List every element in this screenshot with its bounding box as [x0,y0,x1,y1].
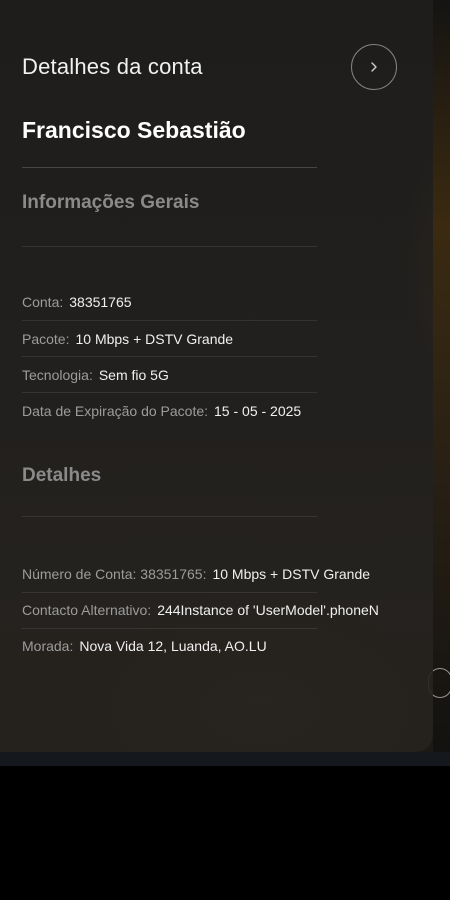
info-value: 38351765 [69,294,132,310]
info-row-technology: Tecnologia: Sem fio 5G [22,367,433,383]
info-row-account: Conta: 38351765 [22,294,433,310]
detail-value: 244Instance of 'UserModel'.phoneN [157,602,379,618]
info-label: Conta: [22,294,64,310]
info-value: 15 - 05 - 2025 [214,403,302,419]
account-details-drawer: Detalhes da conta Francisco Sebastião In… [0,0,433,752]
chevron-right-icon [371,62,377,72]
divider [22,516,317,517]
close-drawer-button[interactable] [351,44,397,90]
divider [22,167,317,168]
info-label: Data de Expiração do Pacote: [22,403,209,419]
detail-label: Contacto Alternativo: [22,602,152,618]
detail-row-account-number: Número de Conta: 38351765: 10 Mbps + DSTV… [22,566,433,582]
navigation-bar [0,752,450,766]
section-title-details: Detalhes [22,465,102,486]
section-title-general-info: Informações Gerais [22,192,200,213]
divider [22,320,317,321]
detail-value: Nova Vida 12, Luanda, AO.LU [79,638,267,654]
info-row-package: Pacote: 10 Mbps + DSTV Grande [22,331,433,347]
detail-row-address: Morada: Nova Vida 12, Luanda, AO.LU [22,638,433,654]
info-value: 10 Mbps + DSTV Grande [75,331,234,347]
drawer-title: Detalhes da conta [22,54,203,79]
divider [22,392,317,393]
detail-row-alternative-contact: Contacto Alternativo: 244Instance of 'Use… [22,602,433,618]
divider [22,628,317,629]
detail-label: Morada: [22,638,74,654]
divider [22,592,317,593]
info-label: Pacote: [22,331,70,347]
detail-label: Número de Conta: 38351765: [22,566,207,582]
background-app-edge [433,0,450,752]
info-label: Tecnologia: [22,367,93,383]
info-row-expiration-date: Data de Expiração do Pacote: 15 - 05 - 20… [22,403,433,419]
divider [22,246,317,247]
user-name: Francisco Sebastião [22,117,246,143]
divider [22,356,317,357]
info-value: Sem fio 5G [98,367,169,383]
detail-value: 10 Mbps + DSTV Grande [212,566,371,582]
